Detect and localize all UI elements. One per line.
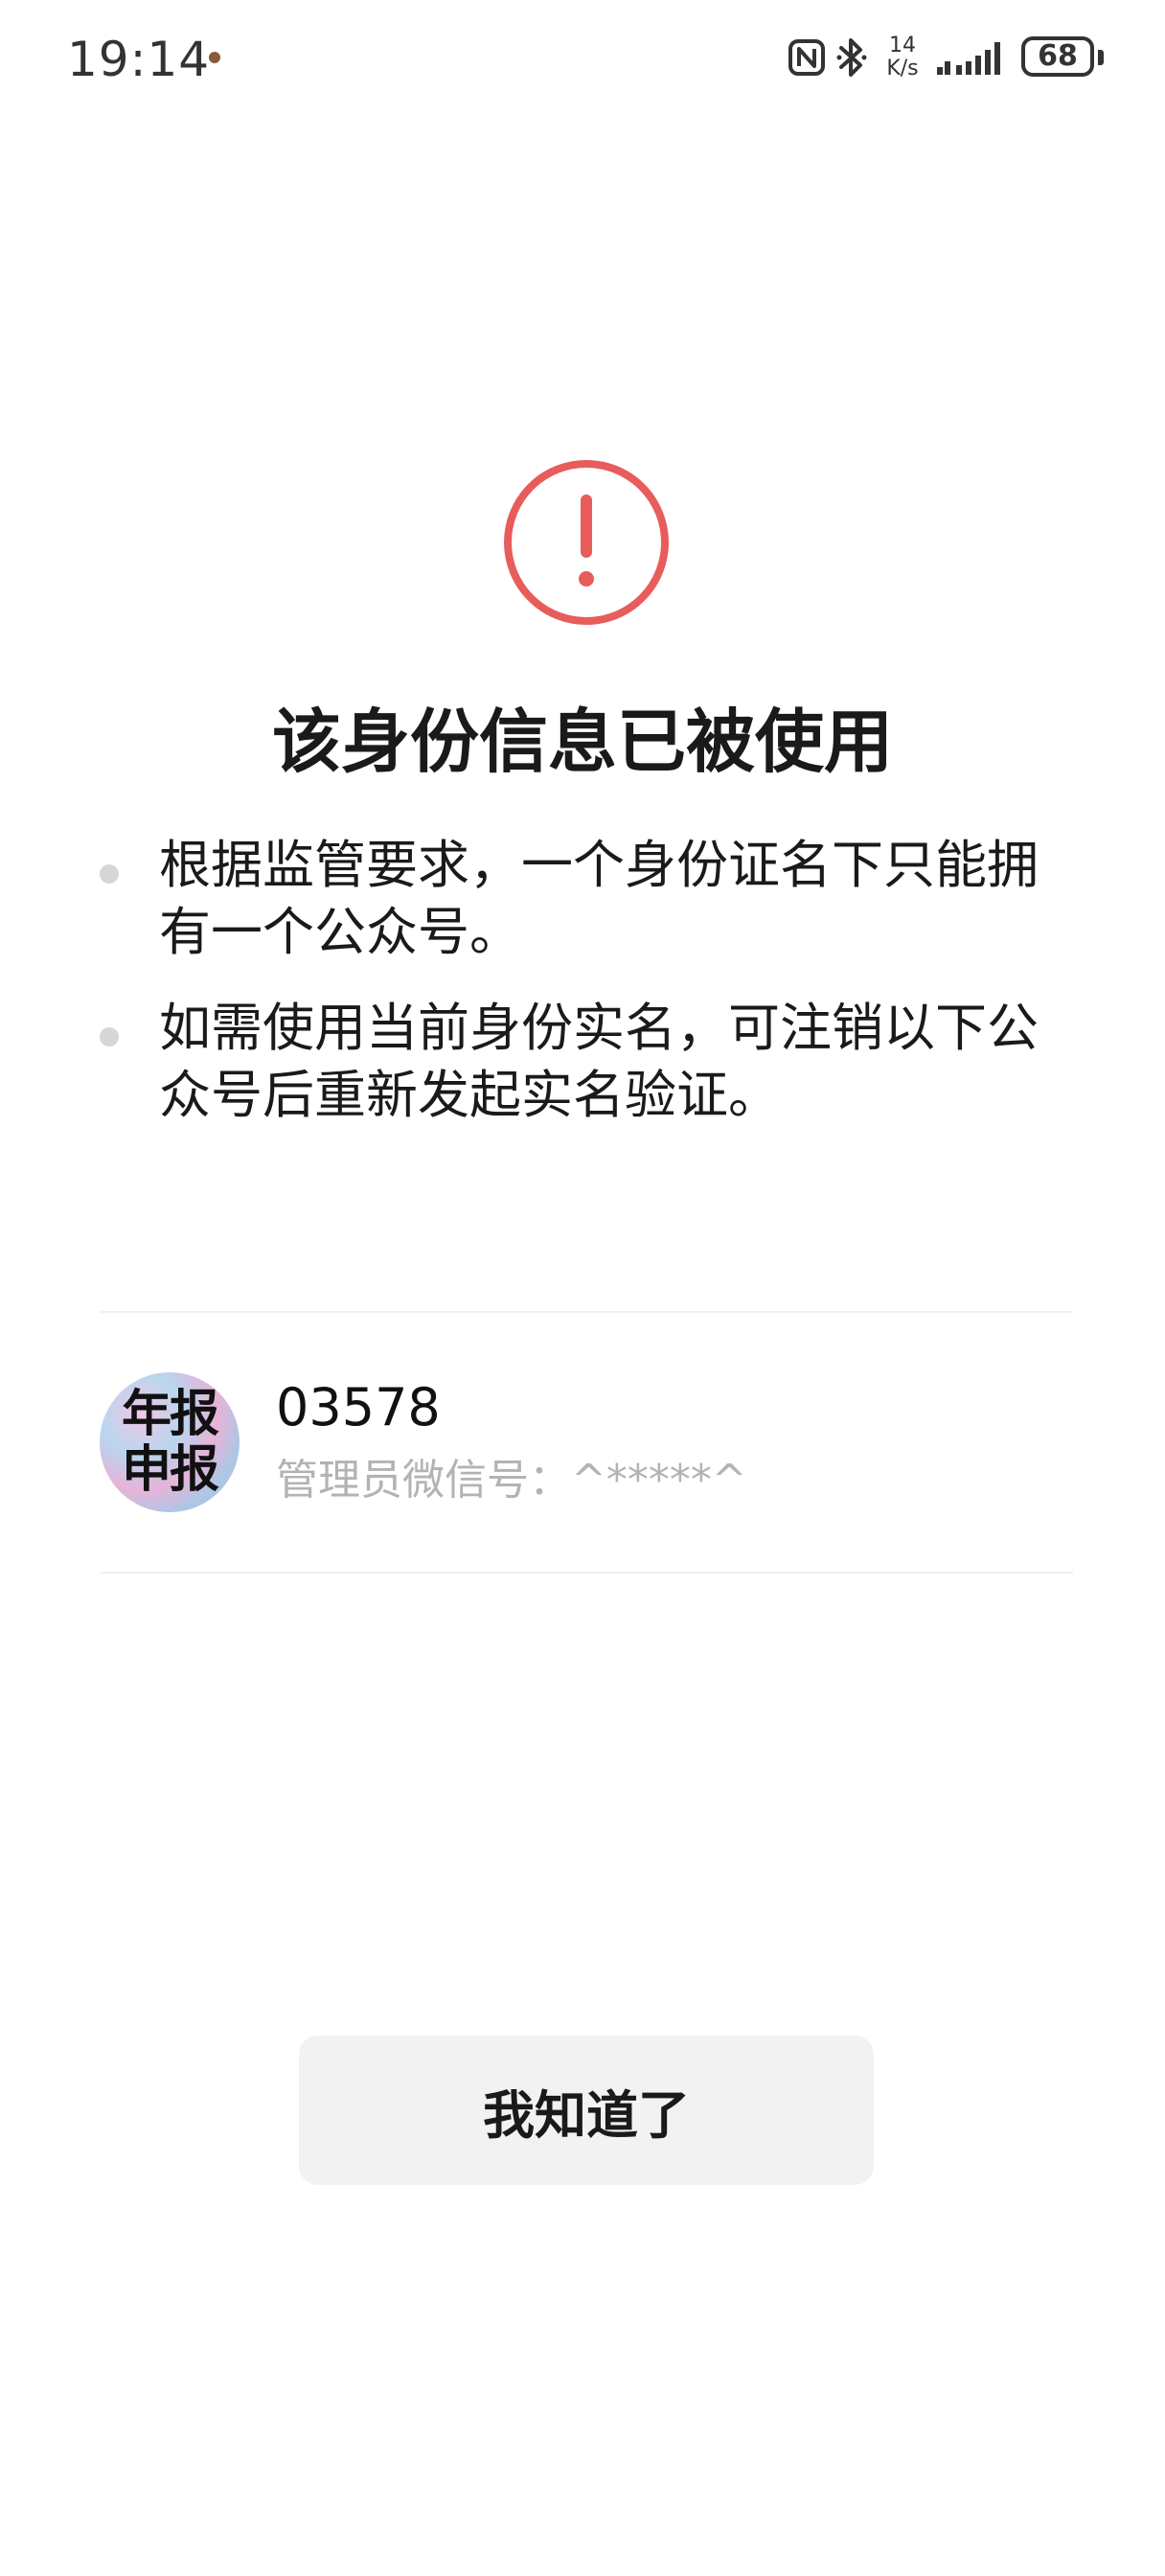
network-speed: 14 K/s	[879, 34, 925, 80]
divider	[100, 1572, 1073, 1574]
status-time: 19:14	[67, 32, 211, 87]
divider	[100, 1311, 1073, 1313]
battery-icon: 68	[1021, 36, 1094, 77]
bluetooth-icon	[836, 38, 867, 77]
bullet-dot-icon	[100, 864, 119, 884]
notification-dot-icon	[209, 52, 220, 63]
avatar: 年报 申报	[100, 1372, 240, 1512]
bullet-item: 根据监管要求，一个身份证名下只能拥有一个公众号。	[96, 832, 1073, 966]
nfc-icon	[788, 39, 825, 76]
battery-cap	[1098, 50, 1104, 65]
bullet-text: 如需使用当前身份实名，可注销以下公众号后重新发起实名验证。	[159, 998, 1039, 1125]
network-speed-unit: K/s	[886, 57, 919, 80]
exclamation-circle-icon	[504, 460, 669, 625]
acknowledge-button[interactable]: 我知道了	[299, 2036, 874, 2185]
info-bullets: 根据监管要求，一个身份证名下只能拥有一个公众号。 如需使用当前身份实名，可注销以…	[96, 832, 1073, 1158]
bullet-dot-icon	[100, 1027, 119, 1046]
page-title: 该身份信息已被使用	[271, 702, 893, 782]
signal-icon	[937, 42, 1000, 75]
avatar-text-line1: 年报	[121, 1386, 219, 1443]
account-list-item: 年报 申报 03578 管理员微信号：^*****^	[100, 1372, 1073, 1516]
bullet-item: 如需使用当前身份实名，可注销以下公众号后重新发起实名验证。	[96, 995, 1073, 1129]
bullet-text: 根据监管要求，一个身份证名下只能拥有一个公众号。	[159, 835, 1039, 962]
admin-wechat-id: 管理员微信号：^*****^	[276, 1456, 747, 1505]
account-name: 03578	[276, 1377, 441, 1438]
status-bar: 19:14 14 K/s 68	[0, 0, 1165, 119]
network-speed-value: 14	[889, 34, 916, 58]
avatar-text-line2: 申报	[121, 1441, 219, 1499]
battery-level: 68	[1038, 39, 1078, 73]
